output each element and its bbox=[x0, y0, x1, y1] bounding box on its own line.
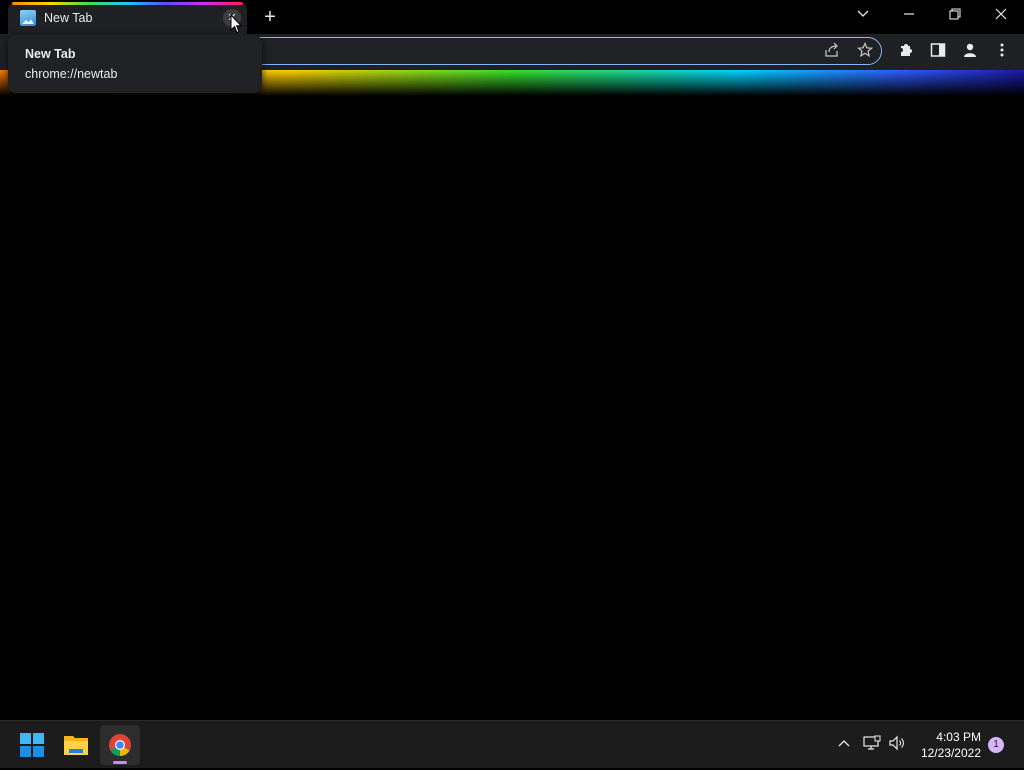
profile-icon[interactable] bbox=[960, 42, 980, 62]
close-icon bbox=[995, 8, 1007, 20]
taskbar: 4:03 PM 12/23/2022 1 bbox=[0, 720, 1024, 768]
chevron-up-icon[interactable] bbox=[834, 735, 854, 755]
minimize-icon bbox=[904, 13, 914, 15]
tab-hover-card: New Tab chrome://newtab bbox=[8, 35, 262, 93]
hover-card-url: chrome://newtab bbox=[25, 67, 118, 81]
title-bar: New Tab ✕ + bbox=[0, 0, 1024, 34]
volume-icon[interactable] bbox=[887, 735, 907, 755]
menu-icon[interactable] bbox=[992, 42, 1012, 62]
restore-icon bbox=[949, 8, 961, 20]
star-icon[interactable] bbox=[856, 42, 874, 60]
share-icon[interactable] bbox=[823, 42, 841, 60]
clock-time: 4:03 PM bbox=[936, 730, 981, 744]
mouse-cursor-icon bbox=[230, 14, 242, 34]
restore-button[interactable] bbox=[932, 0, 978, 30]
clock-date: 12/23/2022 bbox=[920, 746, 981, 760]
active-app-indicator bbox=[113, 761, 127, 764]
tab-title: New Tab bbox=[44, 11, 93, 25]
windows-start-icon[interactable] bbox=[12, 725, 52, 765]
tab-new-tab[interactable]: New Tab ✕ bbox=[8, 2, 247, 34]
extensions-icon[interactable] bbox=[896, 42, 916, 62]
file-explorer-icon[interactable] bbox=[56, 725, 96, 765]
chevron-down-icon bbox=[857, 10, 869, 17]
page-content bbox=[0, 96, 1024, 720]
chrome-icon[interactable] bbox=[100, 725, 140, 765]
tab-rainbow-accent bbox=[12, 2, 243, 5]
hover-card-title: New Tab bbox=[25, 47, 76, 61]
new-tab-button[interactable]: + bbox=[258, 5, 282, 29]
landscape-favicon-icon bbox=[20, 10, 36, 26]
side-panel-icon[interactable] bbox=[928, 42, 948, 62]
notification-badge[interactable]: 1 bbox=[988, 737, 1004, 753]
close-window-button[interactable] bbox=[978, 0, 1024, 30]
network-icon[interactable] bbox=[862, 735, 882, 755]
minimize-button[interactable] bbox=[886, 0, 932, 30]
taskbar-clock[interactable]: 4:03 PM 12/23/2022 bbox=[921, 729, 981, 761]
address-bar[interactable] bbox=[200, 37, 882, 65]
tab-search-button[interactable] bbox=[840, 0, 886, 30]
